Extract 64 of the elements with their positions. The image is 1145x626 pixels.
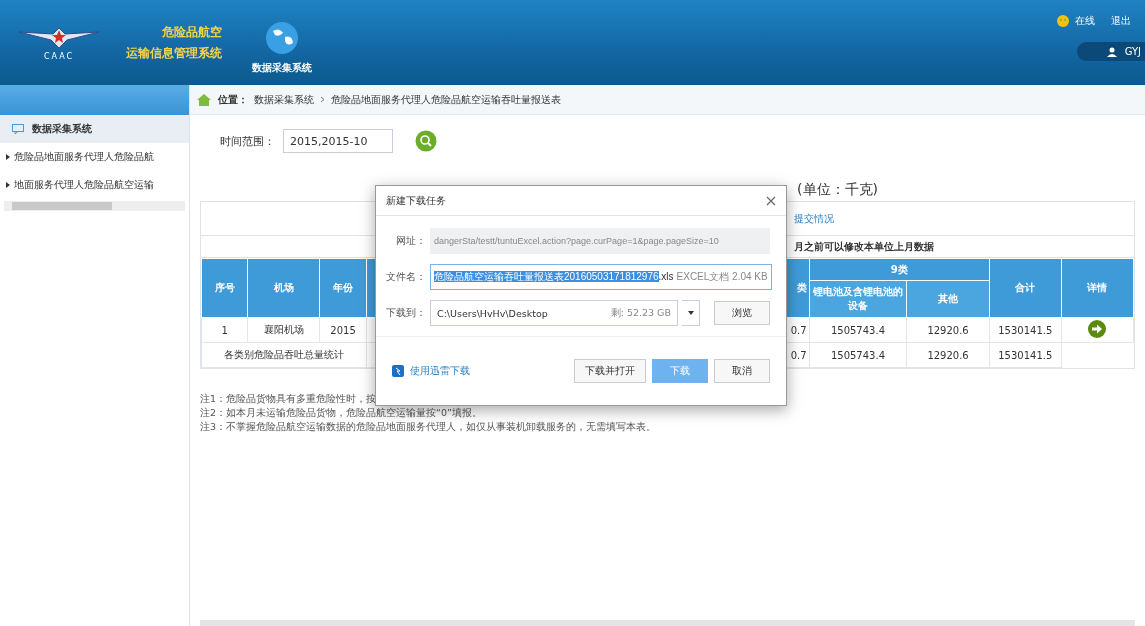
sidebar-title[interactable]: 数据采集系统 (0, 115, 189, 143)
table-cell: 2015 (319, 317, 367, 343)
column-header: 序号 (201, 258, 248, 318)
close-icon[interactable] (766, 195, 776, 206)
column-header: 9类 (809, 258, 990, 281)
smiley-icon (1057, 15, 1069, 27)
table-cell: 1505743.4 (809, 317, 907, 343)
system-title: 运输信息管理系统 (126, 44, 222, 62)
report-title: (单位：千克) (797, 181, 878, 199)
thunder-app-icon (392, 365, 404, 377)
triangle-bullet-icon (6, 182, 10, 188)
cancel-button[interactable]: 取消 (714, 359, 770, 383)
column-header: 其他 (906, 280, 990, 318)
save-path-field[interactable]: C:\Users\HvHv\Desktop 剩: 52.23 GB (430, 300, 678, 326)
logo-text: CAAC (43, 52, 75, 61)
triangle-bullet-icon (6, 154, 10, 160)
browse-button[interactable]: 浏览 (714, 301, 770, 325)
column-header: 年份 (319, 258, 367, 318)
table-cell: 12920.6 (906, 342, 990, 368)
user-badge[interactable]: GYJ (1076, 42, 1145, 61)
note-text: 注3：不掌握危险品航空运输数据的危险品地面服务代理人，如仅从事装机卸载服务的，无需填写本表。 (200, 421, 657, 434)
system-title: 危险品航空 (162, 23, 222, 41)
url-label: 网址： (395, 234, 426, 248)
table-cell: 各类别危险品吞吐总量统计 (201, 342, 367, 368)
sidebar-item[interactable]: 地面服务代理人危险品航空运输 (0, 171, 189, 199)
online-status: 在线 (1075, 14, 1095, 28)
user-icon (1106, 46, 1117, 57)
globe-icon (265, 20, 299, 55)
chevron-right-icon (320, 96, 325, 103)
filename-label: 文件名： (386, 270, 426, 284)
arrow-right-icon[interactable] (1088, 320, 1107, 338)
table-cell: 1530141.5 (989, 342, 1062, 368)
logout-link[interactable]: 退出 (1111, 14, 1131, 28)
home-icon (196, 92, 212, 107)
sidebar-item[interactable]: 危险品地面服务代理人危险品航 (0, 143, 189, 171)
filter-label: 时间范围： (220, 133, 275, 149)
table-cell: 1 (201, 317, 248, 343)
table-cell: 12920.6 (906, 317, 990, 343)
submission-link[interactable]: 提交情况 (794, 211, 834, 226)
filename-field[interactable]: 危险品航空运输吞吐量报送表20160503171812976.xls EXCEL文档 2.04 KB (430, 264, 772, 290)
column-header: 锂电池及含锂电池的设备 (809, 280, 907, 318)
time-range-field[interactable]: 2015,2015-10 (283, 129, 393, 153)
breadcrumb-item: 危险品地面服务代理人危险品航空运输吞吐量报送表 (331, 92, 561, 107)
module-title: 数据采集系统 (252, 60, 312, 75)
column-header: 合计 (989, 258, 1062, 318)
download-and-open-button[interactable]: 下载并打开 (574, 359, 646, 383)
column-header: 机场 (247, 258, 320, 318)
caret-icon (687, 311, 694, 315)
url-field: dangerSta/testt/tuntuExcel.action?page.curPage=1&page.pageSize=10 (430, 228, 770, 254)
dropdown-button[interactable] (682, 300, 700, 326)
search-icon[interactable] (415, 130, 437, 152)
table-cell: 1530141.5 (989, 317, 1062, 343)
note-text: 注2：如本月未运输危险品货物，危险品航空运输量按“0”填报。 (200, 407, 482, 420)
column-header: 详情 (1061, 258, 1134, 318)
table-cell: 1505743.4 (809, 342, 907, 368)
thunder-download-link[interactable]: 使用迅雷下载 (410, 364, 470, 378)
dialog-title: 新建下载任务 (386, 193, 446, 208)
notice-text: 月之前可以修改本单位上月数据 (794, 239, 934, 254)
table-cell: 襄阳机场 (247, 317, 320, 343)
chat-icon (12, 123, 24, 135)
breadcrumb-label: 位置： (218, 92, 248, 107)
save-to-label: 下载到： (386, 306, 426, 320)
note-text: 注1：危险品货物具有多重危险性时，按 (200, 393, 377, 406)
breadcrumb-item[interactable]: 数据采集系统 (254, 92, 314, 107)
